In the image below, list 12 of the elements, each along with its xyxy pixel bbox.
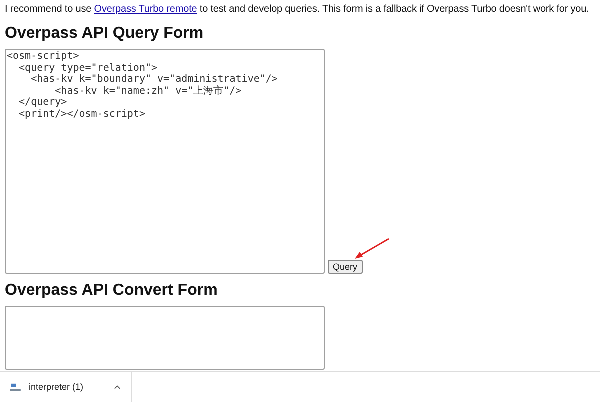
overpass-turbo-link[interactable]: Overpass Turbo remote bbox=[94, 4, 198, 15]
query-button[interactable]: Query bbox=[328, 260, 363, 274]
file-icon bbox=[10, 382, 21, 392]
annotation-arrow bbox=[354, 238, 390, 260]
form-heading: Overpass API Query Form bbox=[5, 25, 205, 43]
form-heading: Overpass API Convert Form bbox=[5, 282, 219, 300]
intro-text: I recommend to use Overpass Turbo remote to test and develop queries. This form is a fallback if Overpass Turbo doesn't work for you. bbox=[5, 3, 590, 17]
caret-up-icon[interactable] bbox=[114, 384, 121, 390]
query-textarea[interactable]: <osm-script> <query type="relation"> <has-kv k="boundary" v="administrative"/> <has-kv k="name:zh" v="上海市"/> </query> <print/></osm-script> bbox=[5, 49, 325, 274]
convert-textarea[interactable] bbox=[5, 306, 325, 370]
download-name: interpreter (1) bbox=[29, 382, 85, 392]
download-item[interactable]: interpreter (1) bbox=[0, 372, 132, 402]
